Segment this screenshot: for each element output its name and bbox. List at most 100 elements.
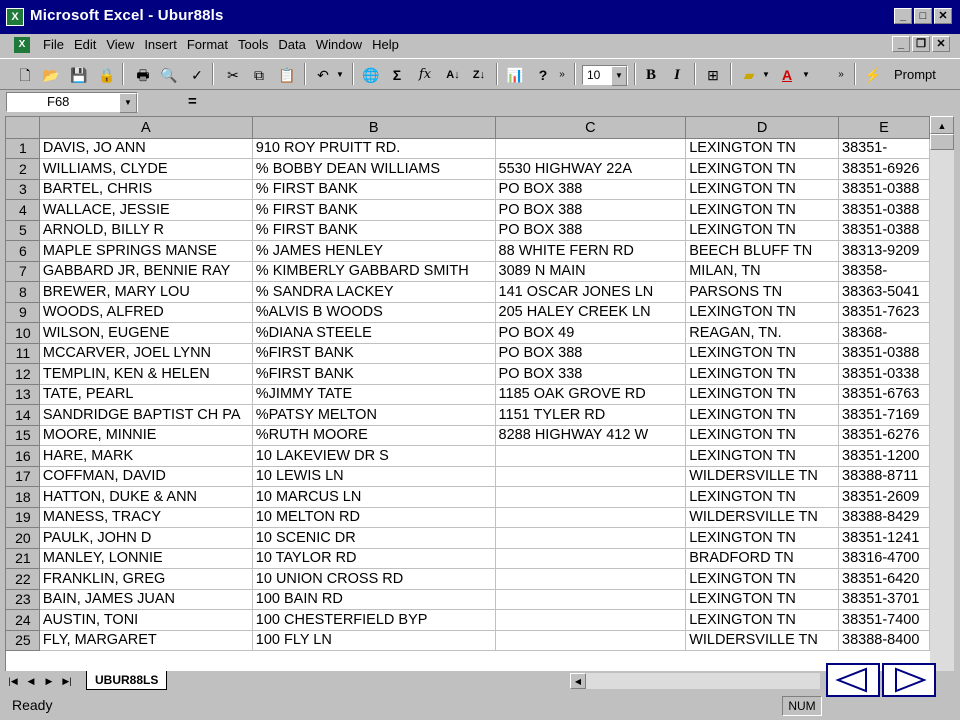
cell-e[interactable]: 38388-8711 (838, 465, 930, 487)
font-size-select[interactable]: 10 ▼ (582, 65, 628, 86)
sheet-tab[interactable]: UBUR88LS (86, 671, 168, 690)
cell-b[interactable]: % SANDRA LACKEY (251, 281, 496, 303)
row-header[interactable]: 22 (6, 568, 40, 590)
cell-d[interactable]: LEXINGTON TN (685, 445, 840, 467)
cut-icon[interactable]: ✂ (222, 64, 244, 86)
hyperlink-icon[interactable]: 🌐 (360, 64, 382, 86)
equals-icon[interactable]: = (188, 93, 197, 110)
select-all-corner[interactable] (6, 117, 40, 139)
column-header[interactable]: B (251, 117, 496, 139)
more-buttons-icon-2[interactable]: » (834, 64, 848, 86)
row-header[interactable]: 1 (6, 137, 40, 159)
cell-c[interactable]: 3089 N MAIN (494, 260, 687, 282)
workbook-icon[interactable]: X (14, 37, 30, 53)
vertical-scrollbar[interactable]: ▲ (930, 116, 954, 672)
cell-e[interactable]: 38351- (838, 137, 930, 159)
row-header[interactable]: 19 (6, 506, 40, 528)
cell-b[interactable]: %ALVIS B WOODS (251, 301, 496, 323)
cell-b[interactable]: 10 MARCUS LN (251, 486, 496, 508)
cell-a[interactable]: HARE, MARK (38, 445, 253, 467)
font-color-icon[interactable]: A (776, 64, 798, 86)
cell-e[interactable]: 38388-8429 (838, 506, 930, 528)
row-header[interactable]: 4 (6, 199, 40, 221)
minimize-button[interactable]: _ (894, 8, 912, 24)
cell-c[interactable]: PO BOX 388 (494, 219, 687, 241)
cell-e[interactable]: 38351-7400 (838, 609, 930, 631)
open-icon[interactable]: 📂 (40, 64, 62, 86)
cell-d[interactable]: WILDERSVILLE TN (685, 465, 840, 487)
pdf-icon[interactable]: ⚡ (862, 64, 884, 86)
cell-b[interactable]: %RUTH MOORE (251, 424, 496, 446)
menu-tools[interactable]: Tools (233, 37, 273, 52)
cell-e[interactable]: 38351-0388 (838, 342, 930, 364)
cell-d[interactable]: LEXINGTON TN (685, 363, 840, 385)
cell-c[interactable] (494, 527, 687, 549)
cell-a[interactable]: PAULK, JOHN D (38, 527, 253, 549)
cell-c[interactable]: 1185 OAK GROVE RD (494, 383, 687, 405)
cell-a[interactable]: WILLIAMS, CLYDE (38, 158, 253, 180)
sort-descending-icon[interactable]: Z↓ (468, 64, 490, 86)
print-preview-icon[interactable]: 🔍 (158, 64, 180, 86)
cell-d[interactable]: LEXINGTON TN (685, 609, 840, 631)
row-header[interactable]: 15 (6, 424, 40, 446)
cell-b[interactable]: % FIRST BANK (251, 178, 496, 200)
cell-c[interactable] (494, 486, 687, 508)
menu-insert[interactable]: Insert (139, 37, 182, 52)
name-box-dropdown-icon[interactable]: ▼ (119, 93, 137, 113)
worksheet-grid[interactable]: A B C D E 1 DAVIS, JO ANN 910 ROY PRUITT R… (5, 116, 930, 673)
print-preview-lock-icon[interactable]: 🔒 (96, 64, 118, 86)
fill-color-icon[interactable]: ▰ (738, 64, 760, 86)
column-header[interactable]: C (494, 117, 687, 139)
row-header[interactable]: 8 (6, 281, 40, 303)
cell-c[interactable] (494, 506, 687, 528)
save-icon[interactable]: 💾 (68, 64, 90, 86)
menu-help[interactable]: Help (367, 37, 404, 52)
cell-c[interactable] (494, 629, 687, 651)
menu-data[interactable]: Data (273, 37, 310, 52)
cell-b[interactable]: %FIRST BANK (251, 363, 496, 385)
cell-d[interactable]: LEXINGTON TN (685, 301, 840, 323)
cell-b[interactable]: %PATSY MELTON (251, 404, 496, 426)
scroll-up-icon[interactable]: ▲ (930, 116, 954, 134)
cell-b[interactable]: 10 LAKEVIEW DR S (251, 445, 496, 467)
cell-c[interactable]: 205 HALEY CREEK LN (494, 301, 687, 323)
scroll-thumb[interactable] (930, 134, 954, 150)
cell-b[interactable]: 100 BAIN RD (251, 588, 496, 610)
close-button[interactable]: ✕ (934, 8, 952, 24)
cell-a[interactable]: TEMPLIN, KEN & HELEN (38, 363, 253, 385)
cell-e[interactable]: 38351-6926 (838, 158, 930, 180)
cell-c[interactable] (494, 137, 687, 159)
cell-a[interactable]: WALLACE, JESSIE (38, 199, 253, 221)
cell-d[interactable]: LEXINGTON TN (685, 568, 840, 590)
cell-a[interactable]: HATTON, DUKE & ANN (38, 486, 253, 508)
cell-e[interactable]: 38351-0338 (838, 363, 930, 385)
merge-center-icon[interactable]: ⊞ (702, 64, 724, 86)
row-header[interactable]: 24 (6, 609, 40, 631)
row-header[interactable]: 14 (6, 404, 40, 426)
cell-a[interactable]: MANESS, TRACY (38, 506, 253, 528)
menu-view[interactable]: View (101, 37, 139, 52)
cell-c[interactable] (494, 547, 687, 569)
cell-a[interactable]: MANLEY, LONNIE (38, 547, 253, 569)
function-icon[interactable]: fx (414, 64, 436, 86)
cell-d[interactable]: LEXINGTON TN (685, 424, 840, 446)
row-header[interactable]: 16 (6, 445, 40, 467)
cell-a[interactable]: GABBARD JR, BENNIE RAY (38, 260, 253, 282)
cell-e[interactable]: 38351-0388 (838, 219, 930, 241)
cell-c[interactable]: 1151 TYLER RD (494, 404, 687, 426)
menu-window[interactable]: Window (311, 37, 367, 52)
bold-button[interactable]: B (640, 64, 662, 86)
cell-e[interactable]: 38363-5041 (838, 281, 930, 303)
cell-c[interactable]: PO BOX 49 (494, 322, 687, 344)
cell-b[interactable]: 100 CHESTERFIELD BYP (251, 609, 496, 631)
cell-b[interactable]: 10 TAYLOR RD (251, 547, 496, 569)
row-header[interactable]: 18 (6, 486, 40, 508)
cell-d[interactable]: LEXINGTON TN (685, 486, 840, 508)
formula-input[interactable] (208, 92, 956, 112)
cell-c[interactable]: PO BOX 388 (494, 178, 687, 200)
cell-b[interactable]: %FIRST BANK (251, 342, 496, 364)
cell-d[interactable]: LEXINGTON TN (685, 383, 840, 405)
cell-e[interactable]: 38351-0388 (838, 199, 930, 221)
cell-d[interactable]: LEXINGTON TN (685, 527, 840, 549)
cell-d[interactable]: LEXINGTON TN (685, 178, 840, 200)
